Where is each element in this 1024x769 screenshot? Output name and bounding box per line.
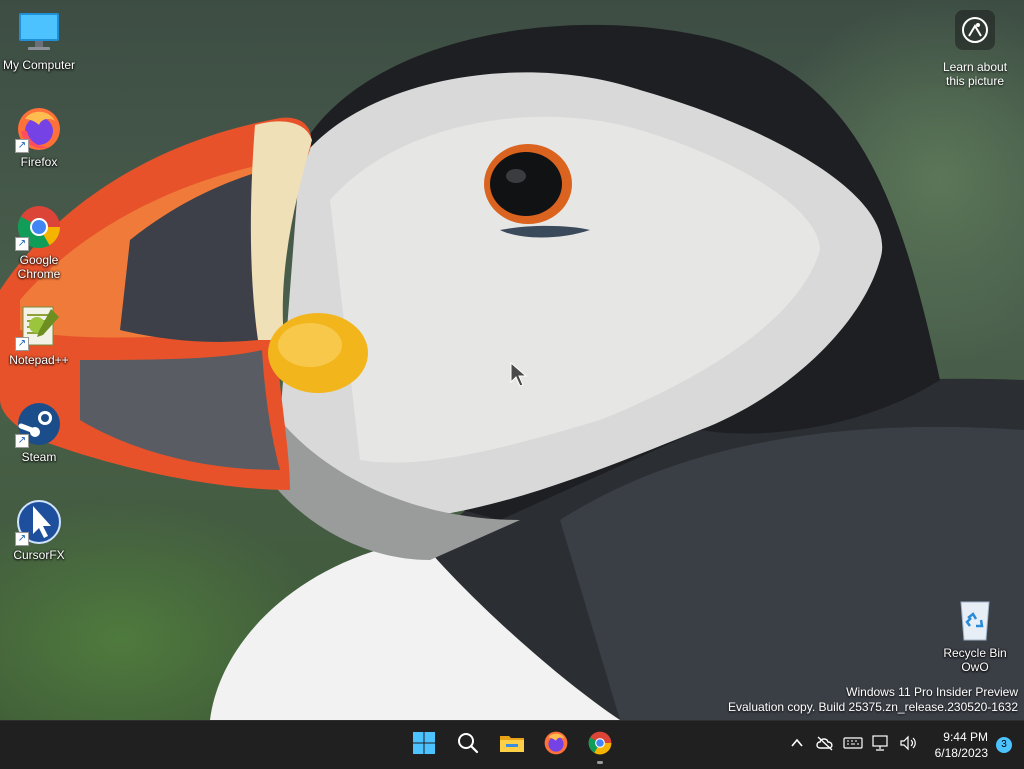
network-icon <box>871 734 891 756</box>
shortcut-arrow-icon: ↗ <box>15 434 29 448</box>
cloud-offline-icon <box>815 735 835 756</box>
keyboard-icon <box>843 736 863 755</box>
shortcut-arrow-icon: ↗ <box>15 532 29 546</box>
taskbar-apps <box>404 721 620 769</box>
volume-button[interactable] <box>895 725 923 765</box>
clock-date: 6/18/2023 <box>934 746 988 760</box>
firefox-icon: ↗ <box>15 105 63 153</box>
running-indicator <box>597 761 603 764</box>
evaluation-watermark: Windows 11 Pro Insider Preview Evaluatio… <box>728 685 1018 715</box>
clock-time: 9:44 PM <box>943 730 988 744</box>
desktop-icon-label: Firefox <box>20 155 58 169</box>
input-keyboard-button[interactable] <box>839 725 867 765</box>
notepadpp-icon: ↗ <box>15 303 63 351</box>
desktop-icon-label: CursorFX <box>13 548 65 562</box>
steam-icon: ↗ <box>15 400 63 448</box>
system-tray: 9:44 PM 6/18/2023 3 <box>783 721 1024 769</box>
desktop-icon-label: Steam <box>21 450 57 464</box>
desktop-icon-cursorfx[interactable]: ↗ CursorFX <box>1 498 77 562</box>
desktop-icon-google-chrome[interactable]: ↗ Google Chrome <box>1 203 77 281</box>
firefox-icon <box>543 730 569 761</box>
camera-lens-icon <box>955 10 995 50</box>
taskbar-chrome-button[interactable] <box>580 725 620 765</box>
monitor-icon <box>15 8 63 56</box>
desktop-icon-recycle-bin[interactable]: Recycle Bin OwO <box>937 596 1013 674</box>
learn-about-picture[interactable]: Learn about this picture <box>936 10 1014 88</box>
search-icon <box>456 731 480 760</box>
desktop-icon-label: Recycle Bin OwO <box>943 646 1007 674</box>
cursorfx-icon: ↗ <box>15 498 63 546</box>
desktop-icon-notepadpp[interactable]: ↗ Notepad++ <box>1 303 77 367</box>
file-explorer-button[interactable] <box>492 725 532 765</box>
taskbar-firefox-button[interactable] <box>536 725 576 765</box>
windows-start-icon <box>412 731 436 760</box>
speaker-icon <box>899 735 919 756</box>
desktop-wallpaper <box>0 0 1024 720</box>
shortcut-arrow-icon: ↗ <box>15 337 29 351</box>
watermark-line-2: Evaluation copy. Build 25375.zn_release.… <box>728 700 1018 714</box>
learn-about-picture-label: Learn about this picture <box>942 60 1008 88</box>
taskbar: 9:44 PM 6/18/2023 3 <box>0 720 1024 769</box>
desktop-icon-steam[interactable]: ↗ Steam <box>1 400 77 464</box>
notification-badge[interactable]: 3 <box>996 737 1012 753</box>
folder-icon <box>499 731 525 760</box>
onedrive-button[interactable] <box>811 725 839 765</box>
desktop-icon-label: Google Chrome <box>17 253 61 281</box>
shortcut-arrow-icon: ↗ <box>15 237 29 251</box>
desktop-icon-label: Notepad++ <box>9 353 69 367</box>
watermark-line-1: Windows 11 Pro Insider Preview <box>846 685 1018 699</box>
desktop-icon-firefox[interactable]: ↗ Firefox <box>1 105 77 169</box>
clock-button[interactable]: 9:44 PM 6/18/2023 <box>929 729 996 761</box>
desktop-icon-my-computer[interactable]: My Computer <box>1 8 77 72</box>
network-button[interactable] <box>867 725 895 765</box>
shortcut-arrow-icon: ↗ <box>15 139 29 153</box>
puffin-illustration <box>0 24 1024 720</box>
chrome-icon: ↗ <box>15 203 63 251</box>
desktop-icon-label: My Computer <box>2 58 76 72</box>
chevron-up-icon <box>790 736 804 755</box>
recycle-bin-icon <box>951 596 999 644</box>
show-hidden-icons-button[interactable] <box>783 725 811 765</box>
mouse-pointer-icon <box>510 361 528 393</box>
search-button[interactable] <box>448 725 488 765</box>
start-button[interactable] <box>404 725 444 765</box>
chrome-icon <box>587 730 613 761</box>
